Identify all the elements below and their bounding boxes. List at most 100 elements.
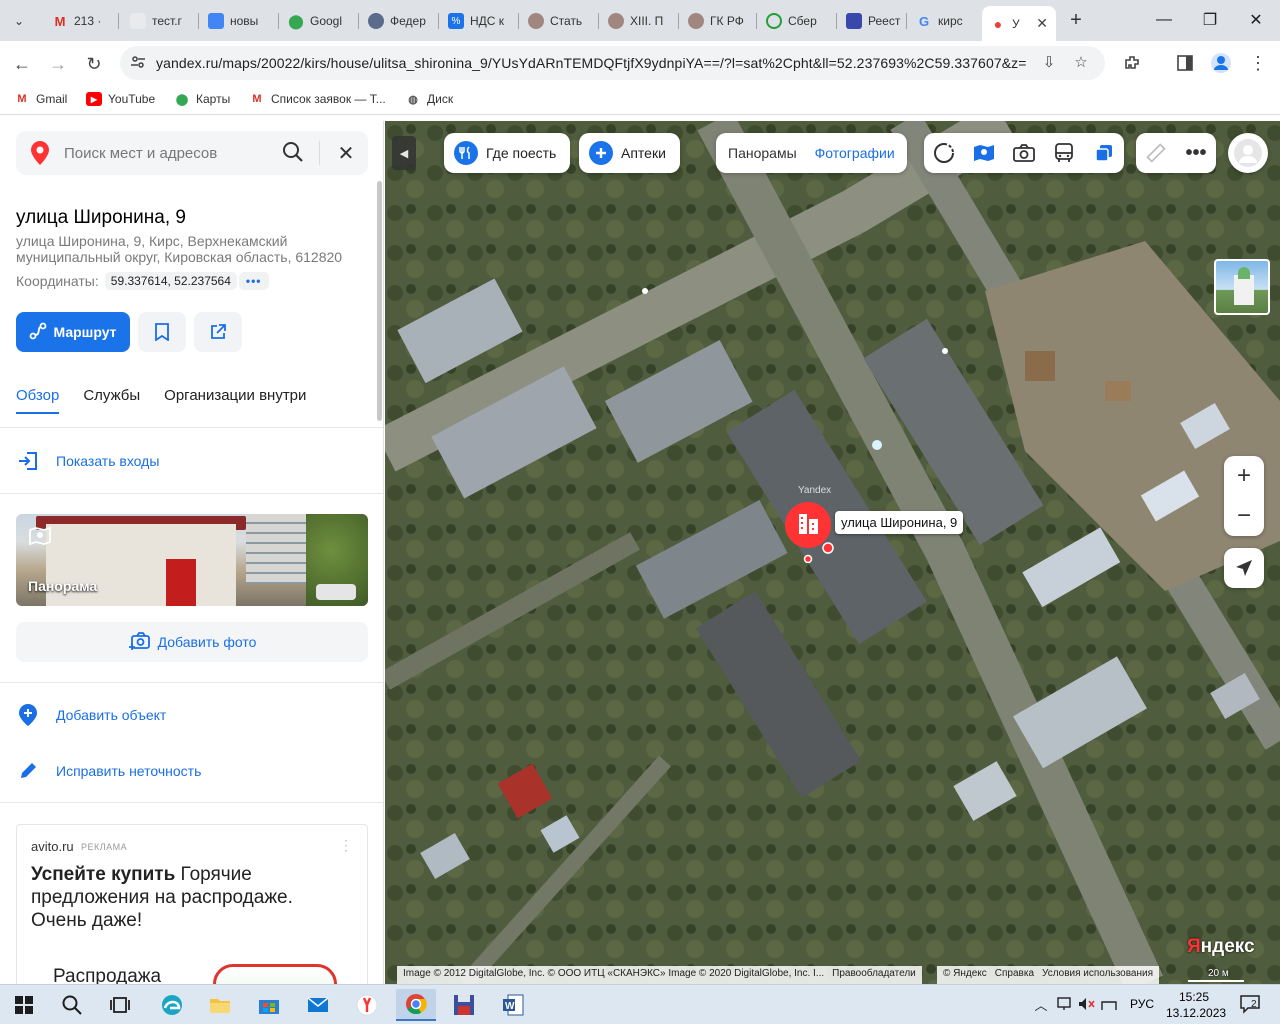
windows-start-icon[interactable]: [4, 989, 44, 1021]
back-arrow-icon[interactable]: ←: [9, 51, 35, 77]
zoom-in-button[interactable]: +: [1224, 456, 1264, 496]
address-bar[interactable]: yandex.ru/maps/20022/kirs/house/ulitsa_s…: [120, 46, 1105, 80]
marker-label[interactable]: улица Широнина, 9: [835, 511, 964, 534]
browser-tab[interactable]: Сбер: [758, 6, 836, 36]
save-app-icon[interactable]: [444, 989, 484, 1021]
browser-tab[interactable]: % НДС к: [440, 6, 518, 36]
collapse-sidebar-button[interactable]: ◀: [392, 136, 416, 170]
chip-pharmacies[interactable]: Аптеки: [579, 133, 680, 173]
layers-icon[interactable]: [1084, 133, 1124, 173]
site-settings-icon[interactable]: [120, 54, 156, 73]
add-object-link[interactable]: Добавить объект: [16, 703, 166, 727]
browser-tab[interactable]: XIII. П: [600, 6, 678, 36]
browser-tab[interactable]: M 213 ·: [44, 6, 118, 36]
chrome-icon[interactable]: [396, 989, 436, 1021]
panorama-map-icon[interactable]: [964, 133, 1004, 173]
ad-menu-icon[interactable]: ⋮: [339, 837, 353, 854]
ruler-icon[interactable]: [1136, 133, 1176, 173]
tab-search-chevron-icon[interactable]: ⌄: [8, 10, 30, 32]
mail-icon[interactable]: [298, 989, 338, 1021]
edge-icon[interactable]: [152, 989, 192, 1021]
microsoft-store-icon[interactable]: [249, 989, 289, 1021]
file-explorer-icon[interactable]: [200, 989, 240, 1021]
tab-overview[interactable]: Обзор: [16, 387, 60, 414]
yandex-browser-icon[interactable]: [347, 989, 387, 1021]
panoramas-toggle[interactable]: Панорамы: [728, 145, 797, 161]
coordinates-value[interactable]: 59.337614, 52.237564: [104, 272, 237, 290]
map-footer-links: © Яндекс Справка Условия использования: [937, 966, 1160, 984]
bookmark-button[interactable]: [138, 312, 186, 352]
extensions-icon[interactable]: [1120, 51, 1144, 75]
my-location-button[interactable]: [1224, 548, 1264, 588]
zoom-out-button[interactable]: −: [1224, 496, 1264, 536]
browser-tab[interactable]: тест.г: [122, 6, 196, 36]
menu-kebab-icon[interactable]: ⋮: [1246, 51, 1270, 75]
place-marker[interactable]: [784, 501, 834, 566]
browser-tab[interactable]: Федер: [360, 6, 438, 36]
satellite-map[interactable]: ◀ Где поесть Аптеки Панорамы Фотографии: [385, 121, 1280, 984]
volume-muted-icon[interactable]: [1078, 995, 1096, 1013]
close-icon[interactable]: ✕: [332, 139, 360, 167]
percent-icon: %: [448, 13, 464, 29]
browser-tab[interactable]: ГК РФ: [680, 6, 756, 36]
close-window-icon[interactable]: ✕: [1236, 8, 1276, 32]
browser-tab[interactable]: Gкирс: [908, 6, 980, 36]
more-dots-icon[interactable]: •••: [1176, 133, 1216, 173]
word-icon[interactable]: W: [493, 989, 533, 1021]
task-view-icon[interactable]: [100, 989, 140, 1021]
forward-arrow-icon[interactable]: →: [45, 51, 71, 77]
terms-link[interactable]: Условия использования: [1042, 968, 1153, 982]
chevron-up-icon[interactable]: ︿: [1032, 995, 1050, 1013]
coordinates-more-button[interactable]: •••: [238, 272, 269, 290]
photo-thumbnail[interactable]: [1214, 259, 1270, 315]
tab-services[interactable]: Службы: [83, 387, 140, 414]
navigation-arrow-icon: [1236, 560, 1252, 576]
advertisement-card[interactable]: avito.ru РЕКЛАМА ⋮ Успейте купить Горячи…: [16, 824, 368, 984]
reload-icon[interactable]: ↻: [81, 51, 107, 77]
browser-tab[interactable]: Реест: [838, 6, 906, 36]
route-button[interactable]: Маршрут: [16, 312, 130, 352]
map-layer-icon[interactable]: [924, 133, 964, 173]
restore-icon[interactable]: ❐: [1190, 8, 1230, 32]
panorama-preview[interactable]: Панорама: [16, 514, 368, 606]
transit-bus-icon[interactable]: [1044, 133, 1084, 173]
notifications-icon[interactable]: 2: [1238, 993, 1264, 1015]
search-icon[interactable]: [282, 141, 306, 165]
photos-toggle[interactable]: Фотографии: [815, 145, 895, 161]
search-input[interactable]: [64, 144, 284, 162]
user-avatar[interactable]: [1228, 133, 1268, 173]
rights-holders-link[interactable]: Правообладатели: [832, 968, 916, 982]
bookmark-disk[interactable]: ◍ Диск: [405, 92, 453, 106]
close-tab-icon[interactable]: ✕: [1036, 15, 1048, 32]
chip-where-to-eat[interactable]: Где поесть: [444, 133, 571, 173]
profile-avatar-icon[interactable]: [1209, 51, 1233, 75]
url-text[interactable]: yandex.ru/maps/20022/kirs/house/ulitsa_s…: [156, 55, 1026, 71]
bookmark-gmail[interactable]: M Gmail: [14, 92, 67, 106]
new-tab-button[interactable]: +: [1064, 8, 1088, 32]
avatar-icon: [688, 13, 704, 29]
bookmark-requests[interactable]: M Список заявок — Т...: [249, 92, 385, 106]
tab-organizations-inside[interactable]: Организации внутри: [164, 387, 306, 414]
install-app-icon[interactable]: ⇩: [1039, 53, 1059, 73]
browser-tab[interactable]: ⬤ Googl: [280, 6, 358, 36]
share-button[interactable]: [194, 312, 242, 352]
system-clock[interactable]: 15:25 13.12.2023: [1166, 989, 1226, 1021]
browser-tab[interactable]: новы: [200, 6, 278, 36]
minimize-icon[interactable]: —: [1144, 8, 1184, 32]
show-entrances-link[interactable]: Показать входы: [16, 449, 159, 473]
bookmark-maps[interactable]: ⬤ Карты: [174, 92, 230, 106]
camera-icon[interactable]: [1004, 133, 1044, 173]
sidebar-scrollbar[interactable]: [377, 181, 382, 421]
bookmark-youtube[interactable]: ▶ YouTube: [86, 92, 155, 106]
add-photo-button[interactable]: Добавить фото: [16, 622, 368, 662]
bookmark-star-icon[interactable]: ☆: [1071, 53, 1091, 73]
search-icon[interactable]: [52, 989, 92, 1021]
network-icon[interactable]: [1056, 995, 1074, 1013]
help-link[interactable]: Справка: [995, 968, 1034, 982]
input-language[interactable]: РУС: [1130, 997, 1154, 1011]
side-panel-icon[interactable]: [1173, 51, 1197, 75]
browser-tab-active[interactable]: ● У ✕: [982, 6, 1056, 41]
browser-tab[interactable]: Стать: [520, 6, 598, 36]
fix-error-link[interactable]: Исправить неточность: [16, 759, 201, 783]
keyboard-layout-icon[interactable]: [1100, 995, 1118, 1013]
